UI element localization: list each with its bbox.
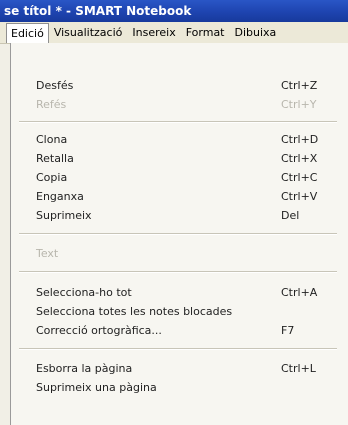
- menu-separator: [19, 233, 337, 235]
- menu-item-label: Suprimeix: [36, 209, 92, 222]
- menu-item-delete[interactable]: Suprimeix Del: [11, 207, 341, 225]
- menu-item-paste[interactable]: Enganxa Ctrl+V: [11, 188, 341, 206]
- menu-item-shortcut: Del: [281, 209, 300, 222]
- menu-draw[interactable]: Dibuixa: [230, 23, 282, 42]
- menu-separator: [19, 121, 337, 123]
- menu-item-label: Esborra la pàgina: [36, 362, 133, 375]
- menu-item-redo: Refés Ctrl+Y: [11, 96, 341, 114]
- menu-item-clear-page[interactable]: Esborra la pàgina Ctrl+L: [11, 360, 341, 378]
- menu-item-delete-page[interactable]: Suprimeix una pàgina: [11, 379, 341, 397]
- menu-item-shortcut: Ctrl+C: [281, 171, 318, 184]
- menu-insert[interactable]: Insereix: [127, 23, 180, 42]
- menu-item-shortcut: Ctrl+V: [281, 190, 318, 203]
- menu-item-shortcut: Ctrl+X: [281, 152, 318, 165]
- menu-item-spellcheck[interactable]: Correcció ortogràfica... F7: [11, 322, 341, 340]
- menu-view[interactable]: Visualització: [49, 23, 128, 42]
- menu-item-label: Selecciona-ho tot: [36, 286, 132, 299]
- menu-item-label: Text: [36, 247, 59, 260]
- menu-item-label: Retalla: [36, 152, 74, 165]
- menu-item-clone[interactable]: Clona Ctrl+D: [11, 131, 341, 149]
- menu-edit[interactable]: Edició: [6, 22, 49, 43]
- menu-item-label: Copia: [36, 171, 68, 184]
- menu-item-shortcut: Ctrl+L: [281, 362, 316, 375]
- menu-item-cut[interactable]: Retalla Ctrl+X: [11, 150, 341, 168]
- menu-separator: [19, 348, 337, 350]
- menu-item-shortcut: Ctrl+D: [281, 133, 319, 146]
- menu-format[interactable]: Format: [181, 23, 230, 42]
- window-title: se títol * - SMART Notebook: [4, 4, 192, 18]
- menu-item-select-locked-notes[interactable]: Selecciona totes les notes blocades: [11, 303, 341, 321]
- menu-item-text: Text: [11, 245, 341, 263]
- menu-item-shortcut: Ctrl+A: [281, 286, 318, 299]
- menu-item-shortcut: Ctrl+Z: [281, 79, 318, 92]
- menu-item-label: Clona: [36, 133, 68, 146]
- menu-bar: Edició Visualització Insereix Format Dib…: [0, 22, 348, 44]
- window-title-bar: se títol * - SMART Notebook: [0, 0, 348, 22]
- menu-item-label: Desfés: [36, 79, 74, 92]
- menu-item-label: Suprimeix una pàgina: [36, 381, 157, 394]
- menu-item-label: Refés: [36, 98, 67, 111]
- menu-item-undo[interactable]: Desfés Ctrl+Z: [11, 77, 341, 95]
- menu-item-shortcut: Ctrl+Y: [281, 98, 317, 111]
- menu-item-label: Enganxa: [36, 190, 84, 203]
- menu-item-shortcut: F7: [281, 324, 295, 337]
- menu-item-select-all[interactable]: Selecciona-ho tot Ctrl+A: [11, 284, 341, 302]
- menu-item-label: Correcció ortogràfica...: [36, 324, 162, 337]
- edit-dropdown-menu: Desfés Ctrl+Z Refés Ctrl+Y Clona Ctrl+D …: [10, 43, 348, 425]
- menu-separator: [19, 271, 337, 273]
- menu-item-copy[interactable]: Copia Ctrl+C: [11, 169, 341, 187]
- menu-item-label: Selecciona totes les notes blocades: [36, 305, 233, 318]
